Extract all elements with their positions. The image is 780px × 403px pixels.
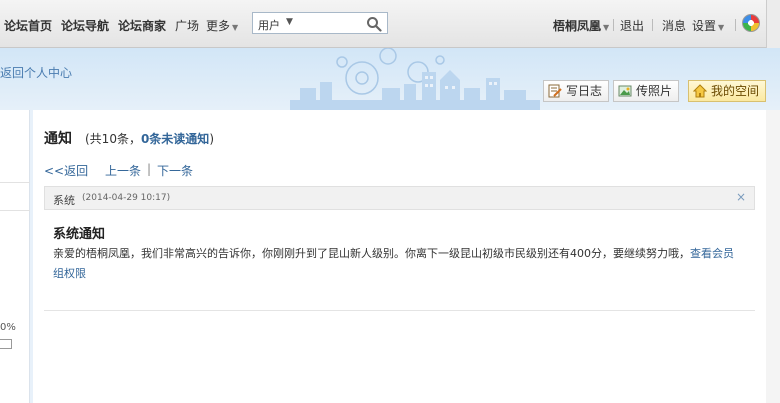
notice-count: (共10条，0条未读通知) [85, 130, 214, 147]
notice-count-suffix: ) [209, 132, 214, 146]
notice-body-text: 亲爱的梧桐凤凰，我们非常高兴的告诉你，你刚刚升到了昆山新人级别。你离下一级昆山初… [53, 247, 690, 260]
top-nav-bar: 论坛首页 论坛导航 论坛商家 广场 更多 ▼ 用户 ▼ 梧桐凤凰 ▼ 退出 消息 设… [0, 0, 780, 48]
chevron-down-icon: ▼ [718, 23, 725, 32]
progress-percent: 0% [0, 322, 16, 333]
scrollbar[interactable] [766, 110, 780, 403]
notice-timestamp: (2014-04-29 10:17) [82, 193, 171, 203]
prev-link[interactable]: 上一条 [105, 162, 141, 179]
write-blog-label: 写日志 [566, 84, 603, 98]
divider [0, 182, 30, 183]
nav-forum-guide[interactable]: 论坛导航 [61, 17, 109, 34]
write-blog-button[interactable]: 写日志 [543, 80, 610, 102]
notice-panel: 通知 (共10条，0条未读通知) <<返回 上一条 | 下一条 系统 (2014… [33, 110, 766, 403]
notice-body: 亲爱的梧桐凤凰，我们非常高兴的告诉你，你刚刚升到了昆山新人级别。你离下一级昆山初… [53, 244, 743, 284]
settings-label: 设置 [692, 19, 717, 33]
search-icon[interactable] [366, 16, 382, 32]
photo-icon [618, 85, 632, 97]
notice-header: 系统 (2014-04-29 10:17) × [44, 186, 755, 210]
divider [735, 19, 736, 31]
notice-category: 系统 [53, 194, 75, 207]
notice-title: 系统通知 [53, 227, 106, 242]
member-group-link-cont[interactable]: 组权限 [53, 267, 86, 280]
chevron-down-icon: ▼ [286, 17, 293, 27]
pager-separator: | [147, 162, 152, 176]
divider [613, 19, 614, 31]
divider [652, 19, 653, 31]
left-sidebar: 0% [0, 110, 30, 403]
upload-photo-button[interactable]: 传照片 [613, 80, 680, 102]
home-icon [693, 84, 707, 98]
next-link[interactable]: 下一条 [157, 162, 193, 179]
nav-forum-home[interactable]: 论坛首页 [4, 17, 52, 34]
settings-menu[interactable]: 设置 ▼ [692, 17, 724, 34]
divider [0, 210, 30, 211]
nav-more[interactable]: 更多 ▼ [206, 17, 238, 34]
nav-forum-merchants[interactable]: 论坛商家 [118, 17, 166, 34]
progress-bar [0, 339, 12, 349]
back-link[interactable]: <<返回 [44, 162, 88, 179]
logout-link[interactable]: 退出 [620, 17, 644, 34]
user-menu[interactable]: 梧桐凤凰 ▼ [553, 17, 609, 34]
city-illustration [290, 48, 540, 110]
upload-photo-label: 传照片 [636, 84, 673, 98]
nav-more-label: 更多 [206, 19, 231, 33]
nav-square[interactable]: 广场 [175, 17, 199, 34]
app-switcher-icon[interactable] [742, 14, 760, 32]
notice-count-prefix: (共10条， [85, 132, 141, 146]
page-title: 通知 [44, 131, 72, 147]
divider [44, 310, 755, 311]
close-icon[interactable]: × [736, 190, 746, 204]
unread-count: 0条未读通知 [140, 132, 210, 146]
back-to-personal-link[interactable]: 返回个人中心 [0, 64, 72, 81]
chevron-down-icon: ▼ [232, 23, 239, 32]
member-group-link[interactable]: 查看会员 [690, 247, 734, 260]
search-box[interactable]: 用户 ▼ [252, 12, 388, 34]
pencil-icon [548, 84, 562, 98]
my-space-button[interactable]: 我的空间 [688, 80, 767, 102]
search-type-select[interactable]: 用户 [258, 17, 280, 33]
messages-link[interactable]: 消息 [662, 17, 686, 34]
username: 梧桐凤凰 [553, 19, 602, 33]
scrollbar-top[interactable] [766, 0, 780, 48]
my-space-label: 我的空间 [711, 84, 760, 98]
chevron-down-icon: ▼ [603, 23, 610, 32]
space-banner: 返回个人中心 写日志 传照片 我的空间 [0, 48, 780, 110]
